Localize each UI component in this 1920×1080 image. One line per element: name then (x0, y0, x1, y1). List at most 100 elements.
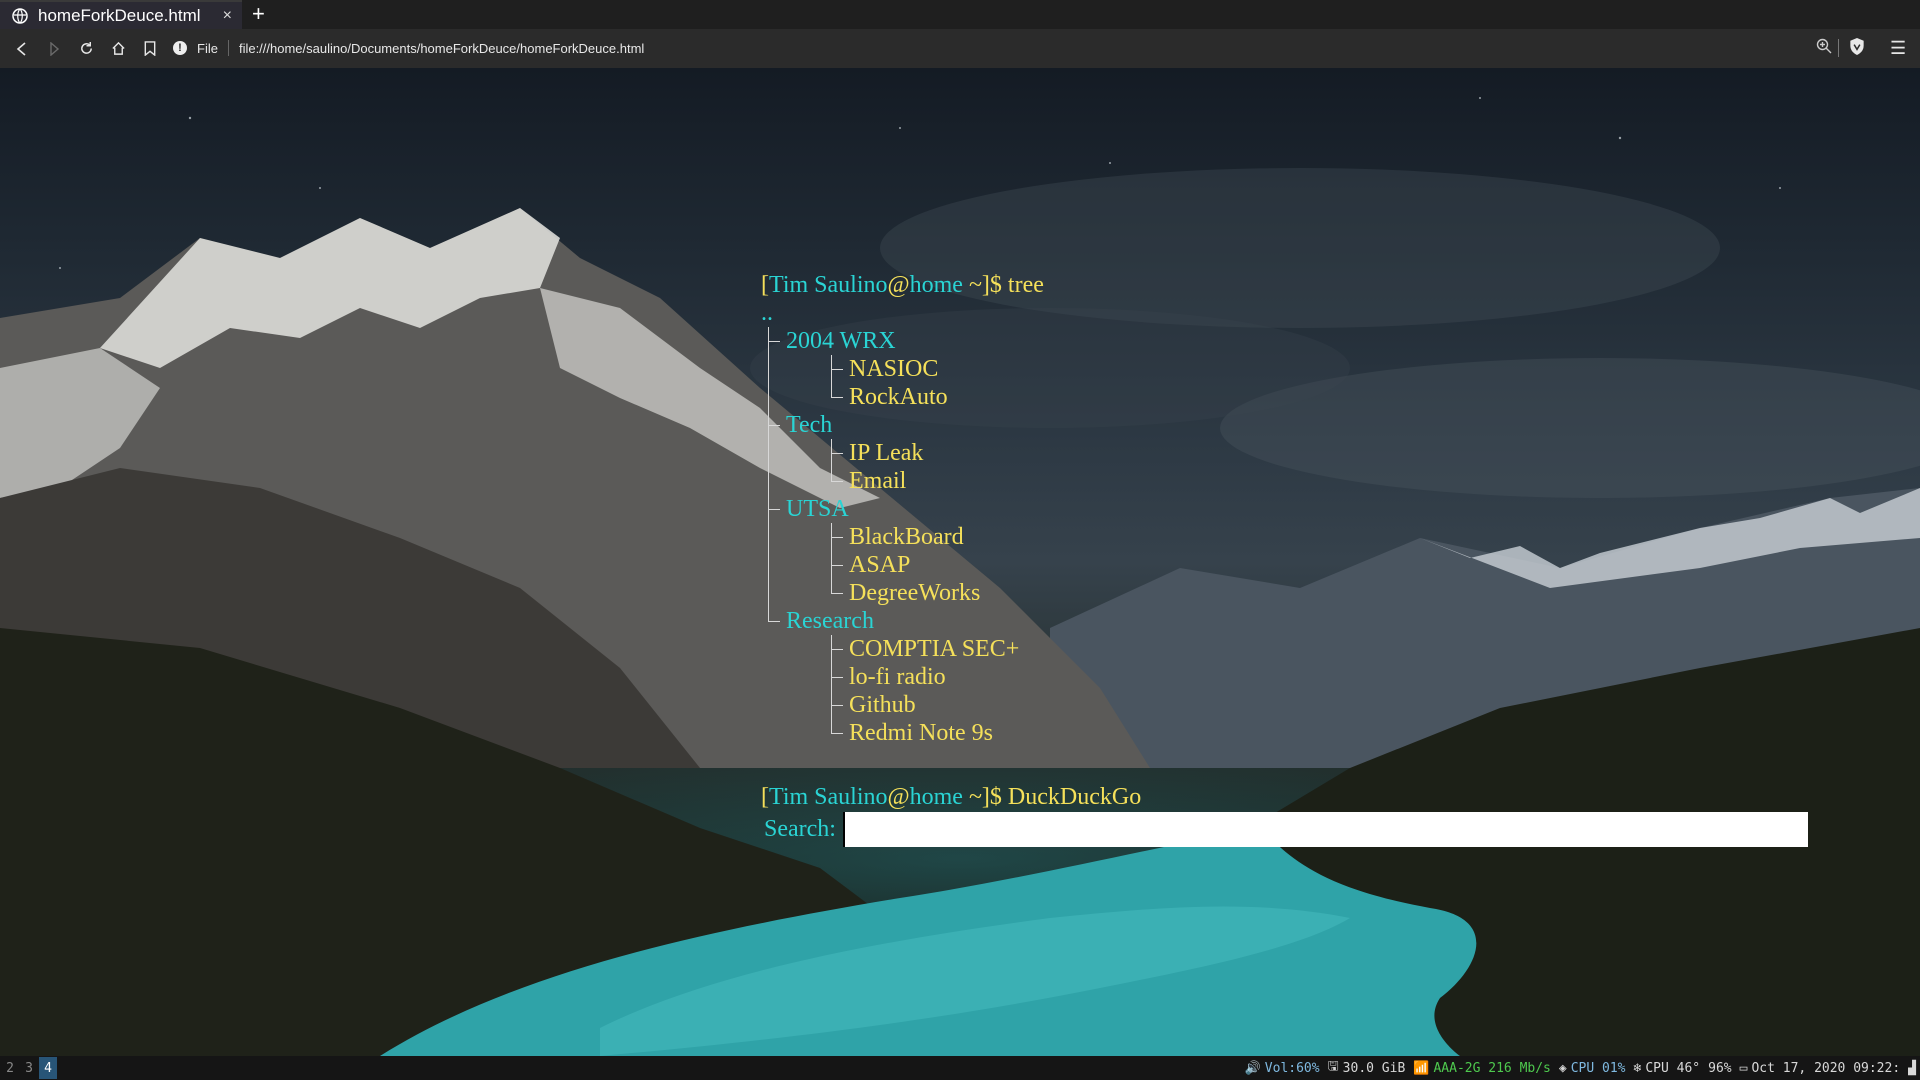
link-label[interactable]: ASAP (849, 552, 910, 578)
new-tab-button[interactable]: + (252, 3, 265, 25)
tree-connector (831, 397, 843, 398)
forward-button[interactable] (38, 34, 70, 64)
tree-connector (768, 383, 769, 411)
home-icon (111, 41, 125, 55)
tree-connector (768, 495, 769, 509)
tree-link[interactable]: COMPTIA SEC+ (761, 635, 1811, 663)
wifi-module: 📶 AAA-2G 216 Mb/s (1413, 1061, 1551, 1076)
link-tree: 2004 WRX NASIOC RockAuto Tech IP Leak Email UT… (761, 327, 1811, 747)
tree-link[interactable]: Email (761, 467, 1811, 495)
zoom-icon[interactable] (1816, 38, 1832, 54)
prompt-command: ~]$ DuckDuckGo (962, 784, 1142, 810)
shield-icon[interactable] (1848, 37, 1866, 56)
status-modules: 🔊 Vol:60% 🖫 30.0 GiB 📶 AAA-2G 216 Mb/s ◈ CPU… (1237, 1056, 1920, 1080)
tree-category[interactable]: Research (761, 607, 1811, 635)
tree-connector (831, 565, 843, 566)
link-label[interactable]: RockAuto (849, 384, 948, 410)
link-label[interactable]: BlackBoard (849, 524, 964, 550)
tree-connector (831, 523, 832, 551)
prompt-bracket: [ (761, 784, 769, 810)
prompt-user: Tim Saulino (769, 784, 888, 810)
tree-link[interactable]: ASAP (761, 551, 1811, 579)
link-label[interactable]: lo-fi radio (849, 664, 946, 690)
tree-category[interactable]: 2004 WRX (761, 327, 1811, 355)
prompt-command: ~]$ tree (962, 272, 1044, 298)
tree-connector (768, 509, 780, 510)
tree-link[interactable]: DegreeWorks (761, 579, 1811, 607)
tree-connector (768, 425, 780, 426)
divider (227, 40, 229, 56)
link-label[interactable]: DegreeWorks (849, 580, 980, 606)
address-bar[interactable]: ! File file:///home/saulino/Documents/ho… (173, 33, 1768, 63)
search-row: Search: (761, 811, 1811, 847)
prompt-user: Tim Saulino (769, 272, 888, 298)
link-label[interactable]: IP Leak (849, 440, 923, 466)
tree-connector (831, 551, 832, 579)
tree-category[interactable]: Tech (761, 411, 1811, 439)
tab-close-button[interactable]: × (223, 7, 232, 25)
snowflake-icon: ❄ (1633, 1060, 1642, 1076)
tree-connector (831, 383, 832, 397)
info-icon[interactable]: ! (173, 41, 187, 55)
tree-connector (831, 635, 832, 663)
clock-value: Oct 17, 2020 09:22: (1751, 1060, 1901, 1076)
disk-module: 🖫 30.0 GiB (1328, 1057, 1406, 1079)
prompt-bracket: [ (761, 272, 769, 298)
link-label[interactable]: Github (849, 692, 916, 718)
link-label[interactable]: Email (849, 468, 906, 494)
terminal-startpage: [Tim Saulino@home ~]$ tree .. 2004 WRX NA… (761, 271, 1811, 847)
battery-module: 96% (1708, 1061, 1731, 1076)
tree-connector (768, 341, 780, 342)
tree-connector (768, 411, 769, 425)
tree-link[interactable]: IP Leak (761, 439, 1811, 467)
prompt-at: @ (887, 272, 910, 298)
tab-bar: homeForkDeuce.html × + (0, 0, 1920, 29)
page-content: [Tim Saulino@home ~]$ tree .. 2004 WRX NA… (0, 68, 1920, 1056)
category-label[interactable]: Tech (786, 412, 832, 438)
category-label[interactable]: Research (786, 608, 874, 634)
bookmark-button[interactable] (134, 34, 166, 64)
volume-module[interactable]: 🔊 Vol:60% (1245, 1061, 1320, 1076)
reload-icon (80, 41, 92, 54)
forward-arrow-icon (50, 41, 60, 56)
tree-link[interactable]: lo-fi radio (761, 663, 1811, 691)
category-label[interactable]: UTSA (786, 496, 849, 522)
tree-connector (831, 467, 832, 481)
tree-connector (768, 607, 769, 621)
tree-link[interactable]: NASIOC (761, 355, 1811, 383)
tab-title: homeForkDeuce.html (38, 5, 201, 25)
volume-value: Vol:60% (1264, 1060, 1320, 1076)
tree-link[interactable]: BlackBoard (761, 523, 1811, 551)
status-bar: 234 🔊 Vol:60% 🖫 30.0 GiB 📶 AAA-2G 216 Mb/s … (0, 1056, 1920, 1080)
link-label[interactable]: Redmi Note 9s (849, 720, 993, 746)
tree-connector (768, 621, 780, 622)
tree-link[interactable]: Github (761, 691, 1811, 719)
tree-connector (768, 439, 769, 467)
tray-icon[interactable]: ▟ (1908, 1061, 1916, 1076)
category-label[interactable]: 2004 WRX (786, 328, 896, 354)
disk-value: 30.0 GiB (1342, 1060, 1406, 1076)
tree-connector (831, 677, 843, 678)
home-button[interactable] (102, 34, 134, 64)
search-input[interactable] (842, 811, 1808, 847)
hamburger-menu-icon[interactable]: ☰ (1890, 38, 1906, 59)
back-button[interactable] (6, 34, 38, 64)
tree-category[interactable]: UTSA (761, 495, 1811, 523)
tree-link[interactable]: Redmi Note 9s (761, 719, 1811, 747)
reload-button[interactable] (70, 34, 102, 64)
workspace-button[interactable]: 3 (20, 1057, 38, 1079)
workspace-list: 234 (0, 1057, 57, 1079)
cpu-usage-value: CPU 01% (1570, 1060, 1626, 1076)
workspace-button[interactable]: 2 (1, 1057, 19, 1079)
clock-module: ▭ Oct 17, 2020 09:22: (1740, 1061, 1901, 1076)
browser-tab[interactable]: homeForkDeuce.html × (0, 0, 242, 29)
link-label[interactable]: NASIOC (849, 356, 938, 382)
tree-connector (768, 327, 769, 341)
tree-link[interactable]: RockAuto (761, 383, 1811, 411)
tree-connector (768, 341, 769, 355)
link-label[interactable]: COMPTIA SEC+ (849, 636, 1019, 662)
url-text[interactable]: file:///home/saulino/Documents/homeForkD… (239, 41, 644, 56)
workspace-button[interactable]: 4 (39, 1057, 57, 1079)
cpu-usage-module: ◈ CPU 01% (1559, 1061, 1626, 1076)
divider (1838, 39, 1839, 57)
